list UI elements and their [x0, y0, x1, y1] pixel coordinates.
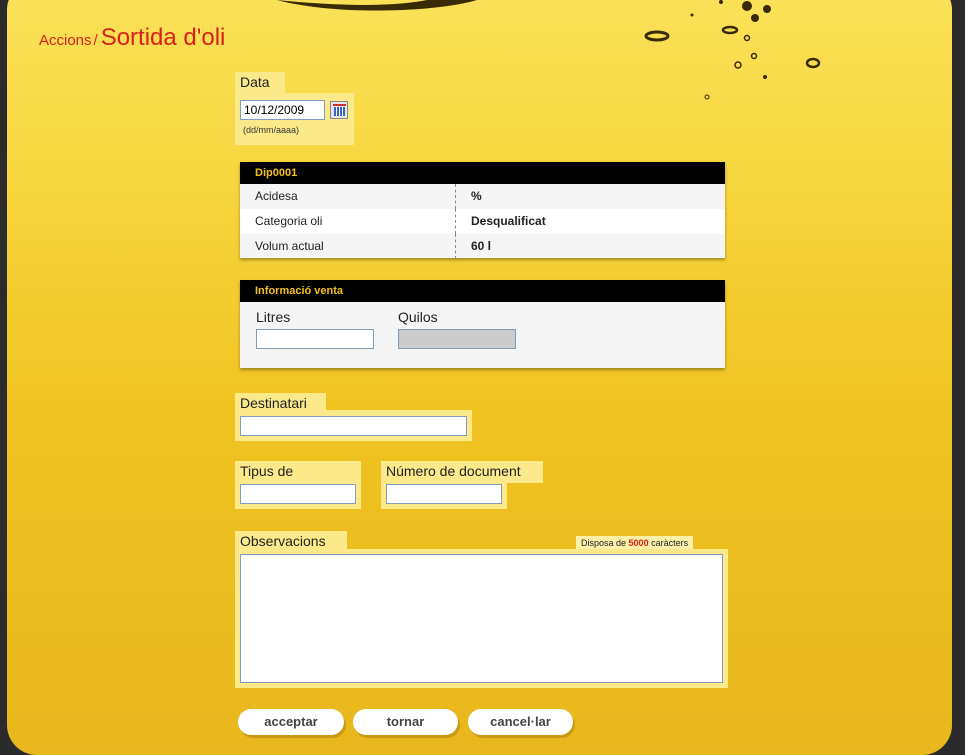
document-number-input[interactable] [386, 484, 502, 504]
document-number-label: Número de document [381, 461, 543, 483]
char-counter-suffix: caràcters [651, 538, 689, 548]
cancel-button[interactable]: cancel·lar [468, 709, 573, 735]
deposit-row-value: Desqualificat [471, 214, 546, 228]
deposit-row-value: % [471, 189, 482, 203]
document-type-input[interactable] [240, 484, 356, 504]
oil-bubbles-decoration [277, 0, 821, 100]
breadcrumb-parent-link[interactable]: Accions [39, 32, 92, 49]
date-input[interactable] [240, 100, 325, 120]
char-counter-value: 5000 [628, 538, 649, 548]
date-label: Data [235, 72, 285, 94]
page-title: Sortida d'oli [100, 24, 226, 51]
char-counter: Disposa de 5000 caràcters [576, 536, 694, 550]
date-format-hint: (dd/mm/aaaa) [243, 125, 300, 135]
litres-label: Litres [256, 309, 291, 325]
deposit-title: Dip0001 [240, 162, 725, 184]
deposit-row-key: Categoria oli [240, 209, 456, 234]
deposit-row: Acidesa % [240, 184, 725, 209]
deposit-card: Dip0001 Acidesa % Categoria oli Desquali… [240, 162, 725, 259]
deposit-row-key: Acidesa [240, 184, 456, 209]
quilos-label: Quilos [398, 309, 438, 325]
back-button[interactable]: tornar [353, 709, 458, 735]
sale-info-card: Informació venta [240, 280, 725, 368]
document-type-label: Tipus de document [235, 461, 361, 495]
litres-input[interactable] [256, 329, 374, 349]
accept-button[interactable]: acceptar [238, 709, 344, 735]
deposit-row: Categoria oli Desqualificat [240, 209, 725, 234]
quilos-input [398, 329, 516, 349]
observations-label: Observacions [235, 531, 347, 551]
breadcrumb: Accions / Sortida d'oli [39, 24, 225, 52]
deposit-row-key: Volum actual [240, 234, 456, 259]
calendar-icon[interactable] [330, 101, 348, 119]
breadcrumb-separator: / [93, 32, 98, 49]
deposit-row-value: 60 l [471, 239, 492, 253]
deposit-row: Volum actual 60 l [240, 234, 725, 259]
sale-info-title: Informació venta [240, 280, 725, 302]
observations-textarea[interactable] [240, 554, 723, 683]
char-counter-prefix: Disposa de [581, 538, 627, 548]
recipient-input[interactable] [240, 416, 467, 436]
